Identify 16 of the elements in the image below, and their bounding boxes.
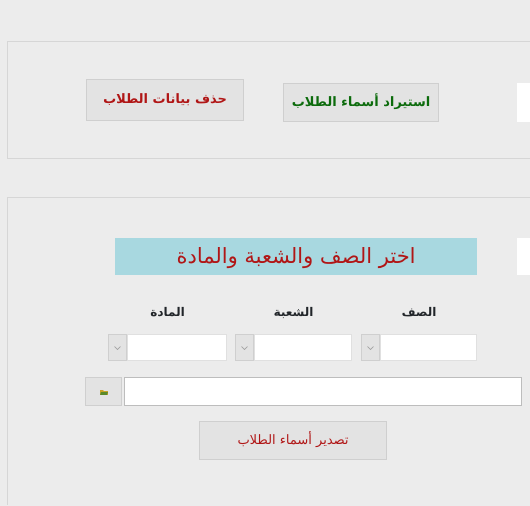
import-button[interactable]: استيراد أسماء الطلاب — [283, 83, 439, 122]
delete-button[interactable]: حذف بيانات الطلاب — [86, 79, 244, 121]
dropdown-field[interactable] — [235, 334, 352, 361]
path-field[interactable] — [124, 377, 522, 406]
export-button[interactable]: تصدير أسماء الطلاب — [199, 421, 387, 460]
folder-icon — [100, 388, 108, 394]
dropdown-field[interactable] — [361, 334, 477, 361]
chevron-down-icon — [367, 346, 374, 350]
dropdown-field[interactable] — [108, 334, 227, 361]
field-label: الصف — [400, 304, 438, 321]
chevron-down-icon — [114, 346, 121, 350]
field-label: الشعبة — [272, 304, 314, 321]
browse-button[interactable] — [85, 377, 122, 406]
chevron-down-icon — [241, 346, 248, 350]
banner-title: اختر الصف والشعبة والمادة — [115, 238, 477, 275]
field-label: المادة — [149, 304, 186, 321]
